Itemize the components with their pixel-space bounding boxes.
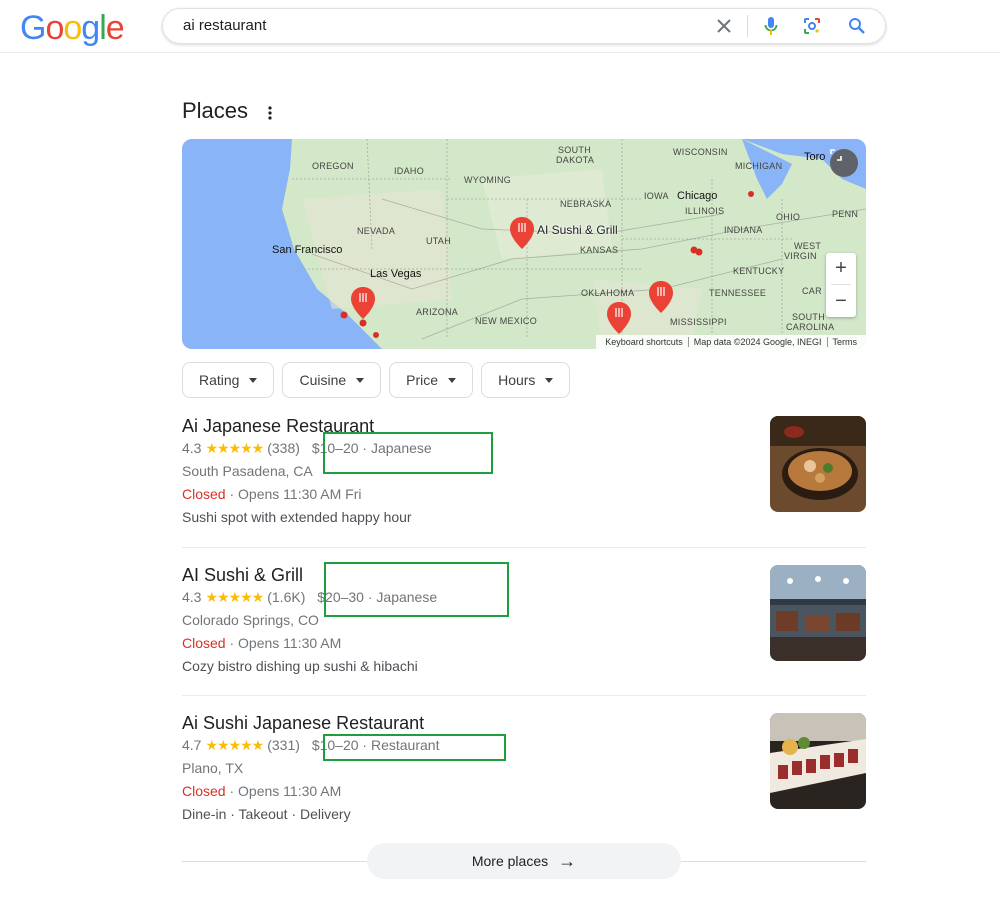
zoom-divider bbox=[831, 284, 851, 285]
terms-link[interactable]: Terms bbox=[828, 337, 863, 347]
rating-value: 4.3 bbox=[182, 440, 202, 456]
filter-hours[interactable]: Hours bbox=[481, 362, 571, 398]
map-data-text: Map data ©2024 Google, INEGI bbox=[693, 337, 822, 347]
filter-label: Price bbox=[406, 372, 439, 388]
more-places-button[interactable]: More places → bbox=[367, 843, 681, 879]
keyboard-shortcuts-link[interactable]: Keyboard shortcuts bbox=[600, 337, 688, 347]
microphone-icon[interactable] bbox=[758, 13, 784, 39]
place-hours-row: Closed · Opens 11:30 AM Fri bbox=[182, 483, 866, 506]
google-logo[interactable]: Google bbox=[20, 9, 125, 48]
filter-rating[interactable]: Rating bbox=[182, 362, 275, 398]
caret-down-icon bbox=[356, 377, 365, 383]
filter-chips: Rating Cuisine Price Hours bbox=[182, 362, 571, 398]
place-photo[interactable] bbox=[770, 713, 866, 809]
zoom-controls: + − bbox=[826, 253, 856, 317]
rating-value: 4.3 bbox=[182, 589, 202, 605]
caret-down-icon bbox=[448, 377, 457, 383]
map-footer: Keyboard shortcuts Map data ©2024 Google… bbox=[596, 335, 866, 349]
place-name[interactable]: Ai Japanese Restaurant bbox=[182, 415, 866, 437]
place-rating-row: 4.3 ★★★★★ (338) $10–20 · Japanese bbox=[182, 437, 866, 460]
star-rating-icon: ★★★★★ bbox=[205, 440, 264, 456]
place-address: Colorado Springs, CO bbox=[182, 612, 319, 628]
place-description: Sushi spot with extended happy hour bbox=[182, 509, 412, 525]
review-count[interactable]: (338) bbox=[267, 440, 300, 456]
place-photo[interactable] bbox=[770, 565, 866, 661]
rating-value: 4.7 bbox=[182, 737, 202, 753]
restaurant-pin-1 bbox=[510, 217, 534, 249]
highlight-box bbox=[324, 562, 509, 617]
expand-map-icon[interactable] bbox=[830, 149, 858, 177]
place-address: Plano, TX bbox=[182, 760, 244, 776]
caret-down-icon bbox=[249, 377, 258, 383]
zoom-out-button[interactable]: − bbox=[826, 286, 856, 316]
filter-cuisine[interactable]: Cuisine bbox=[282, 362, 382, 398]
review-count[interactable]: (331) bbox=[267, 737, 300, 753]
map-pin-label[interactable]: AI Sushi & Grill bbox=[537, 223, 618, 237]
place-description: Cozy bistro dishing up sushi & hibachi bbox=[182, 658, 418, 674]
result-divider bbox=[182, 695, 866, 696]
place-address: South Pasadena, CA bbox=[182, 463, 313, 479]
lens-icon[interactable] bbox=[799, 13, 825, 39]
status-closed: Closed bbox=[182, 486, 226, 502]
star-rating-icon: ★★★★★ bbox=[205, 737, 264, 753]
filter-label: Cuisine bbox=[299, 372, 347, 388]
map-marker-dots bbox=[340, 191, 754, 338]
filter-label: Hours bbox=[498, 372, 536, 388]
status-closed: Closed bbox=[182, 783, 226, 799]
map-markers bbox=[340, 191, 754, 338]
more-places-label: More places bbox=[471, 853, 549, 869]
place-photo[interactable] bbox=[770, 416, 866, 512]
restaurant-pin-4 bbox=[649, 281, 673, 313]
restaurant-pin-2 bbox=[351, 287, 375, 319]
opening-hours: · Opens 11:30 AM Fri bbox=[225, 486, 362, 502]
status-closed: Closed bbox=[182, 635, 226, 651]
clear-icon[interactable] bbox=[711, 13, 737, 39]
more-options-icon[interactable] bbox=[262, 103, 278, 123]
search-icon[interactable] bbox=[844, 13, 870, 39]
place-hours-row: Closed · Opens 11:30 AM bbox=[182, 780, 866, 803]
star-rating-icon: ★★★★★ bbox=[205, 589, 264, 605]
place-result-1[interactable]: Ai Japanese Restaurant 4.3 ★★★★★ (338) $10… bbox=[182, 415, 866, 529]
place-rating-row: 4.3 ★★★★★ (1.6K) $20–30 · Japanese bbox=[182, 586, 866, 609]
highlight-box bbox=[323, 734, 506, 761]
result-divider bbox=[182, 547, 866, 548]
place-result-2[interactable]: AI Sushi & Grill 4.3 ★★★★★ (1.6K) $20–30 ·… bbox=[182, 564, 866, 678]
place-name[interactable]: AI Sushi & Grill bbox=[182, 564, 866, 586]
map[interactable]: OREGON IDAHO WYOMING SOUTH DAKOTA WISCON… bbox=[182, 139, 866, 349]
header: Google bbox=[0, 0, 1000, 53]
zoom-in-button[interactable]: + bbox=[826, 253, 856, 283]
search-divider bbox=[747, 15, 748, 37]
place-name[interactable]: Ai Sushi Japanese Restaurant bbox=[182, 712, 866, 734]
opening-hours: · Opens 11:30 AM bbox=[225, 635, 342, 651]
restaurant-pin-3 bbox=[607, 302, 631, 334]
place-hours-row: Closed · Opens 11:30 AM bbox=[182, 632, 866, 655]
filter-label: Rating bbox=[199, 372, 240, 388]
place-rating-row: 4.7 ★★★★★ (331) $10–20 · Restaurant bbox=[182, 734, 866, 757]
filter-price[interactable]: Price bbox=[389, 362, 474, 398]
caret-down-icon bbox=[545, 377, 554, 383]
highlight-box bbox=[323, 432, 493, 474]
place-result-3[interactable]: Ai Sushi Japanese Restaurant 4.7 ★★★★★ (33… bbox=[182, 712, 866, 826]
search-input[interactable] bbox=[183, 17, 683, 34]
opening-hours: · Opens 11:30 AM bbox=[225, 783, 342, 799]
places-heading: Places bbox=[182, 98, 249, 123]
place-description: Dine-in · Takeout · Delivery bbox=[182, 806, 351, 822]
arrow-right-icon: → bbox=[558, 850, 577, 871]
review-count[interactable]: (1.6K) bbox=[267, 589, 305, 605]
search-box bbox=[162, 8, 886, 44]
